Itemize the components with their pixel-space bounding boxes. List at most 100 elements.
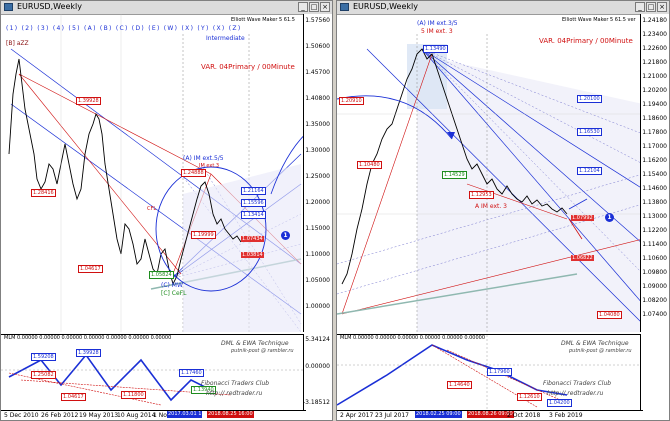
right-window-title: EURUSD,Weekly <box>353 2 418 11</box>
date-tick: 1 No <box>153 412 167 419</box>
price-tick: 1.35000 <box>305 121 330 128</box>
price-label: 1.05824 <box>149 271 174 279</box>
left-price-chart[interactable] <box>1 14 306 332</box>
price-tick: 1.23400 <box>642 31 667 38</box>
ind-tick: 5.34124 <box>305 336 330 343</box>
left-price-axis: 1.57560 1.50600 1.45700 1.40800 1.35000 … <box>303 14 332 332</box>
close-button[interactable]: × <box>320 2 330 12</box>
price-label: 1.12104 <box>577 167 602 175</box>
price-label-red: 1.06822 <box>571 255 594 261</box>
club-watermark: Fibonacci Traders Club <box>543 380 612 387</box>
left-window-title: EURUSD,Weekly <box>17 2 82 11</box>
osc-label: 1.11800 <box>121 391 146 399</box>
price-tick: 1.40800 <box>305 95 330 102</box>
elliott-wave-label: Elliott Wave Maker 5 61.5 <box>231 17 295 23</box>
price-tick: 1.09000 <box>642 283 667 290</box>
ind-tick: 0.00000 <box>305 363 330 370</box>
left-time-axis: 5 Dec 2010 26 Feb 2012 19 May 2013 10 Au… <box>1 410 306 420</box>
price-tick: 1.19400 <box>642 101 667 108</box>
maximize-button[interactable]: □ <box>309 2 319 12</box>
indicator-label: MLM 0.00000 0.00000 0.00000 0.00000 0.00… <box>4 335 172 341</box>
price-tick: 1.15400 <box>642 171 667 178</box>
im-label: (A) IM ext.5/5 <box>183 155 224 162</box>
price-label: 1.13490 <box>423 45 448 53</box>
price-tick: 1.50600 <box>305 43 330 50</box>
maximize-button[interactable]: □ <box>646 2 656 12</box>
left-chart-window[interactable]: EURUSD,Weekly _ □ × Elliott Wave Maker 5… <box>0 0 333 421</box>
right-time-axis: 2 Apr 2017 23 Jul 2017 2018.02.25 09:00 … <box>337 410 643 420</box>
price-label-red: 1.07992 <box>571 215 594 221</box>
price-tick: 1.00000 <box>305 303 330 310</box>
price-tick: 1.10600 <box>642 255 667 262</box>
price-tick: 1.21000 <box>642 73 667 80</box>
price-tick: 1.30000 <box>305 147 330 154</box>
price-label: 1.10480 <box>357 161 382 169</box>
right-indicator-axis <box>640 334 669 410</box>
osc-label: 1.25082 <box>31 371 56 379</box>
price-tick: 1.24180 <box>642 17 667 24</box>
date-highlight: 2017.03.01 1 <box>167 411 203 418</box>
intermediate-label: Intermediate <box>206 35 245 42</box>
right-price-axis: 1.24180 1.23400 1.22600 1.21800 1.21000 … <box>640 14 669 332</box>
close-button[interactable]: × <box>657 2 667 12</box>
price-label: 1.04080 <box>597 311 622 319</box>
var-label: VAR. 04Primary / 00Minute <box>539 37 633 45</box>
minimize-button[interactable]: _ <box>635 2 645 12</box>
price-tick: 1.17800 <box>642 129 667 136</box>
price-tick: 1.10000 <box>305 251 330 258</box>
right-titlebar[interactable]: EURUSD,Weekly _ □ × <box>337 1 669 15</box>
price-label: 1.15596 <box>241 199 266 207</box>
price-tick: 1.20000 <box>305 199 330 206</box>
right-chart-window[interactable]: EURUSD,Weekly _ □ × Elliott Wave Maker 5… <box>336 0 670 421</box>
price-label: 1.04617 <box>78 265 103 273</box>
watermark-line2: putnik-post @ rambler.ru <box>231 348 294 354</box>
price-tick: 1.22600 <box>642 45 667 52</box>
date-tick: 2 Oct 2018 <box>507 412 541 419</box>
price-tick: 1.20200 <box>642 87 667 94</box>
price-tick: 1.16200 <box>642 157 667 164</box>
im-sub-label: 5 IM ext. 3 <box>421 28 453 35</box>
date-tick: 23 Jul 2017 <box>375 412 409 419</box>
osc-label: 1.59208 <box>31 353 56 361</box>
date-tick: 2 Apr 2017 <box>340 412 374 419</box>
minimize-button[interactable]: _ <box>298 2 308 12</box>
price-tick: 1.08200 <box>642 297 667 304</box>
price-label: 1.24888 <box>181 169 206 177</box>
top-marker-label: [B] aZZ <box>6 40 29 47</box>
price-label-red: 1.07434 <box>241 236 264 242</box>
date-tick: 19 May 2013 <box>79 412 119 419</box>
osc-label: 1.39928 <box>76 349 101 357</box>
watermark-line1: DML & EWA Technique <box>561 340 629 347</box>
a-im-label: A IM ext. 3 <box>475 203 507 210</box>
price-tick: 1.07400 <box>642 311 667 318</box>
im-label: (A) IM ext.3/5 <box>417 20 458 27</box>
price-tick: 1.09800 <box>642 269 667 276</box>
price-label: 1.20910 <box>339 97 364 105</box>
wave-marker-circle: 1 <box>605 213 614 222</box>
date-highlight: 2018.02.25 09:00 <box>415 411 462 418</box>
osc-label: 1.14640 <box>447 381 472 389</box>
club-watermark: Fibonacci Traders Club <box>201 380 270 387</box>
site-watermark: http:// redtrader.ru <box>547 390 604 397</box>
indicator-label: MLM 0.00000 0.00000 0.00000 0.00000 0.00… <box>340 335 486 341</box>
price-label: 1.13414 <box>241 211 266 219</box>
price-label: 1.19999 <box>191 231 216 239</box>
price-tick: 1.17000 <box>642 143 667 150</box>
elliott-wave-label: Elliott Wave Maker 5 61.5 ver <box>562 17 636 23</box>
cfl-label: CFL <box>147 206 157 212</box>
price-label: 1.12953 <box>469 191 494 199</box>
osc-label: 1.12610 <box>517 393 542 401</box>
price-tick: 1.14600 <box>642 185 667 192</box>
left-titlebar[interactable]: EURUSD,Weekly _ □ × <box>1 1 332 15</box>
price-tick: 1.13800 <box>642 199 667 206</box>
price-tick: 1.15000 <box>305 225 330 232</box>
wave-selector-row[interactable]: (1) (2) (3) (4) (5) (A) (B) (C) (D) (E) … <box>6 26 241 32</box>
price-tick: 1.18600 <box>642 115 667 122</box>
price-label: 1.20100 <box>577 95 602 103</box>
price-label: 1.21164 <box>241 187 266 195</box>
date-tick: 5 Dec 2010 <box>4 412 39 419</box>
osc-label: 1.17460 <box>179 369 204 377</box>
var-label: VAR. 04Primary / 00Minute <box>201 63 295 71</box>
price-label: 1.39928 <box>76 97 101 105</box>
osc-label: 1.04200 <box>547 399 572 407</box>
